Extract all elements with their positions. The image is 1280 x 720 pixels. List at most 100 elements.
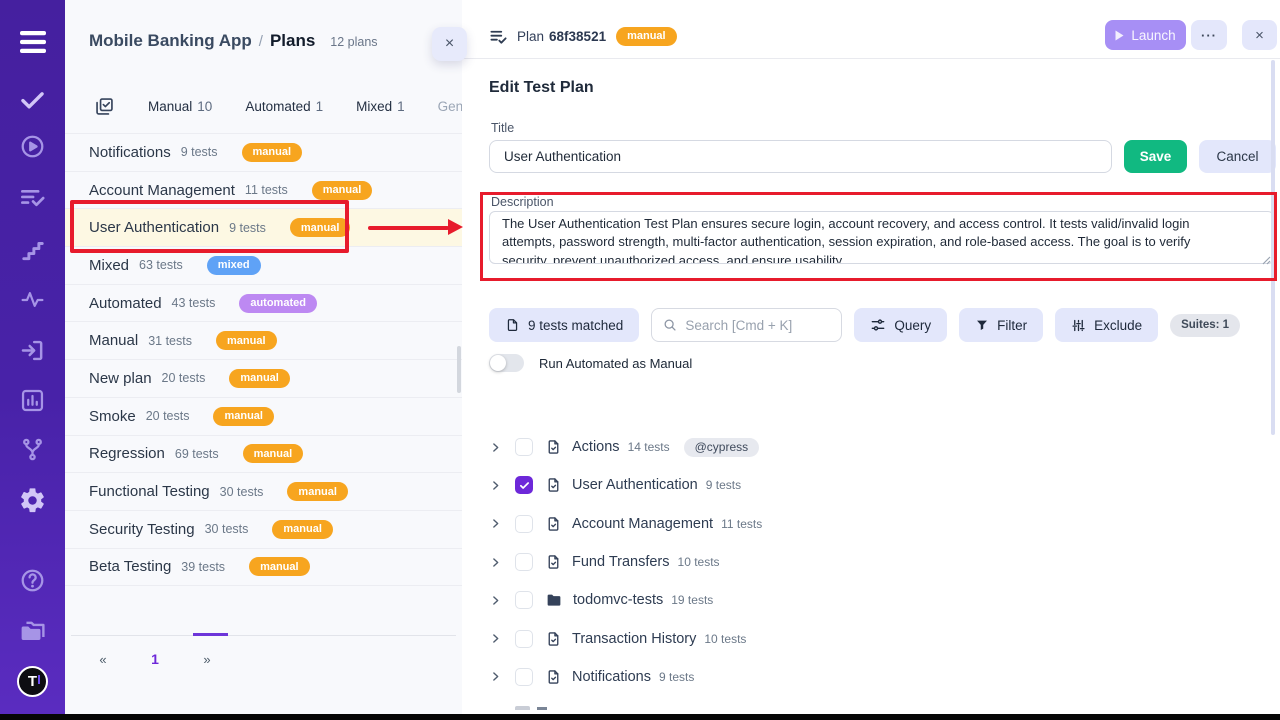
projects-folders-icon[interactable] (0, 617, 65, 646)
plan-test-count: 69 tests (175, 447, 219, 461)
plan-list-item[interactable]: New plan 20 tests manual (65, 360, 462, 398)
title-input[interactable] (489, 140, 1112, 173)
tasks-check-icon[interactable] (0, 86, 65, 113)
suite-checkbox[interactable] (515, 591, 533, 609)
steps-icon[interactable] (0, 237, 65, 263)
tests-toolbar: 9 tests matched Query Filter Exclude Sui… (489, 308, 1240, 342)
chevron-right-icon[interactable] (489, 479, 502, 492)
chevron-right-icon[interactable] (489, 594, 502, 607)
chevron-right-icon[interactable] (489, 556, 502, 569)
plan-list-item[interactable]: Manual 31 tests manual (65, 322, 462, 360)
query-button[interactable]: Query (854, 308, 947, 342)
plan-list-item[interactable]: Regression 69 tests manual (65, 436, 462, 474)
detail-scrollbar[interactable] (1271, 60, 1275, 435)
suite-checkbox[interactable] (515, 515, 533, 533)
help-icon[interactable] (0, 567, 65, 594)
exclude-button[interactable]: Exclude (1055, 308, 1158, 342)
file-check-icon (545, 630, 562, 648)
branches-icon[interactable] (0, 436, 65, 463)
chevron-right-icon[interactable] (489, 632, 502, 645)
tab-automated[interactable]: Automated1 (245, 99, 323, 114)
chevron-right-icon[interactable] (489, 670, 502, 683)
pagination-page-1[interactable]: 1 (141, 651, 169, 667)
suite-tag-badge: @cypress (684, 438, 760, 457)
plan-type-badge: manual (290, 218, 351, 237)
plan-type-badge: manual (213, 407, 274, 426)
settings-gear-icon[interactable] (0, 486, 65, 515)
chevron-right-icon[interactable] (489, 517, 502, 530)
edit-plan-heading: Edit Test Plan (489, 79, 594, 97)
suite-row[interactable]: Account Management 11 tests (489, 505, 1270, 543)
plans-panel-close-button[interactable]: × (432, 27, 467, 61)
tab-mixed[interactable]: Mixed1 (356, 99, 405, 114)
plan-list-item[interactable]: Beta Testing 39 tests manual (65, 549, 462, 587)
suite-row[interactable]: User Authentication 9 tests (489, 466, 1270, 504)
project-name[interactable]: Mobile Banking App (89, 31, 252, 51)
plan-list-item[interactable]: Notifications 9 tests manual (65, 134, 462, 172)
filter-button[interactable]: Filter (959, 308, 1043, 342)
tab-manual[interactable]: Manual10 (148, 99, 212, 114)
suite-checkbox[interactable] (515, 630, 533, 648)
suite-checkbox[interactable] (515, 668, 533, 686)
chevron-right-icon[interactable] (489, 441, 502, 454)
launch-button[interactable]: Launch (1105, 20, 1186, 50)
plan-detail-panel: Plan 68f38521 manual Launch ··· × Edit T… (462, 0, 1280, 714)
plan-list-item[interactable]: Smoke 20 tests manual (65, 398, 462, 436)
plan-list-item[interactable]: Security Testing 30 tests manual (65, 511, 462, 549)
menu-icon[interactable] (0, 28, 65, 56)
suite-row[interactable]: Fund Transfers 10 tests (489, 543, 1270, 581)
plan-test-count: 63 tests (139, 258, 183, 272)
suite-row[interactable]: todomvc-tests 19 tests (489, 581, 1270, 619)
plan-list-item[interactable]: Functional Testing 30 tests manual (65, 473, 462, 511)
plan-test-count: 20 tests (146, 409, 190, 423)
plan-list-item[interactable]: User Authentication 9 tests manual (65, 209, 462, 247)
partial-row-checkbox (515, 706, 530, 710)
description-textarea[interactable]: The User Authentication Test Plan ensure… (489, 211, 1274, 264)
suites-count-badge: Suites: 1 (1170, 314, 1240, 337)
suite-test-count: 14 tests (628, 440, 670, 454)
folder-icon (545, 591, 563, 609)
select-all-icon[interactable] (94, 96, 115, 117)
search-box[interactable] (651, 308, 842, 342)
cancel-button[interactable]: Cancel (1199, 140, 1276, 173)
run-play-icon[interactable] (0, 133, 65, 160)
more-options-button[interactable]: ··· (1191, 20, 1227, 50)
suite-checkbox[interactable] (515, 553, 533, 571)
plan-type-badge: manual (616, 27, 677, 46)
plan-type-badge: manual (272, 520, 333, 539)
suite-checkbox[interactable] (515, 438, 533, 456)
plans-scrollbar[interactable] (457, 346, 461, 393)
suite-name: User Authentication (572, 477, 698, 493)
plan-list-item[interactable]: Mixed 63 tests mixed (65, 247, 462, 285)
save-button[interactable]: Save (1124, 140, 1187, 173)
pagination-active-indicator (193, 633, 228, 636)
suite-type-icon (545, 553, 562, 571)
tests-matched-button[interactable]: 9 tests matched (489, 308, 639, 342)
search-input[interactable] (685, 318, 830, 333)
plan-type-badge: manual (242, 143, 303, 162)
suite-row[interactable]: Actions 14 tests @cypress (489, 428, 1270, 466)
suite-type-icon (545, 630, 562, 648)
suite-row[interactable]: Transaction History 10 tests (489, 619, 1270, 657)
pagination-last[interactable]: » (193, 652, 221, 667)
tab-general[interactable]: Gener (438, 99, 462, 114)
plans-panel: Mobile Banking App / Plans 12 plans Manu… (65, 0, 462, 714)
suite-type-icon (545, 515, 562, 533)
plan-type-badge: manual (216, 331, 277, 350)
plan-list-item[interactable]: Automated 43 tests automated (65, 285, 462, 323)
detail-close-button[interactable]: × (1242, 20, 1277, 50)
import-login-icon[interactable] (0, 337, 65, 364)
suite-checkbox[interactable] (515, 476, 533, 494)
pagination-first[interactable]: « (89, 652, 117, 667)
reports-chart-icon[interactable] (0, 387, 65, 414)
activity-pulse-icon[interactable] (0, 287, 65, 312)
file-check-icon (545, 515, 562, 533)
run-automated-toggle[interactable] (489, 354, 524, 372)
suite-test-count: 10 tests (678, 555, 720, 569)
plan-list-item[interactable]: Account Management 11 tests manual (65, 172, 462, 210)
app-logo[interactable]: T (0, 666, 65, 697)
suite-row[interactable]: Notifications 9 tests (489, 658, 1270, 696)
bottom-bar (0, 714, 1280, 720)
logo-letter: T (28, 673, 37, 690)
plans-list-check-icon[interactable] (0, 184, 65, 211)
